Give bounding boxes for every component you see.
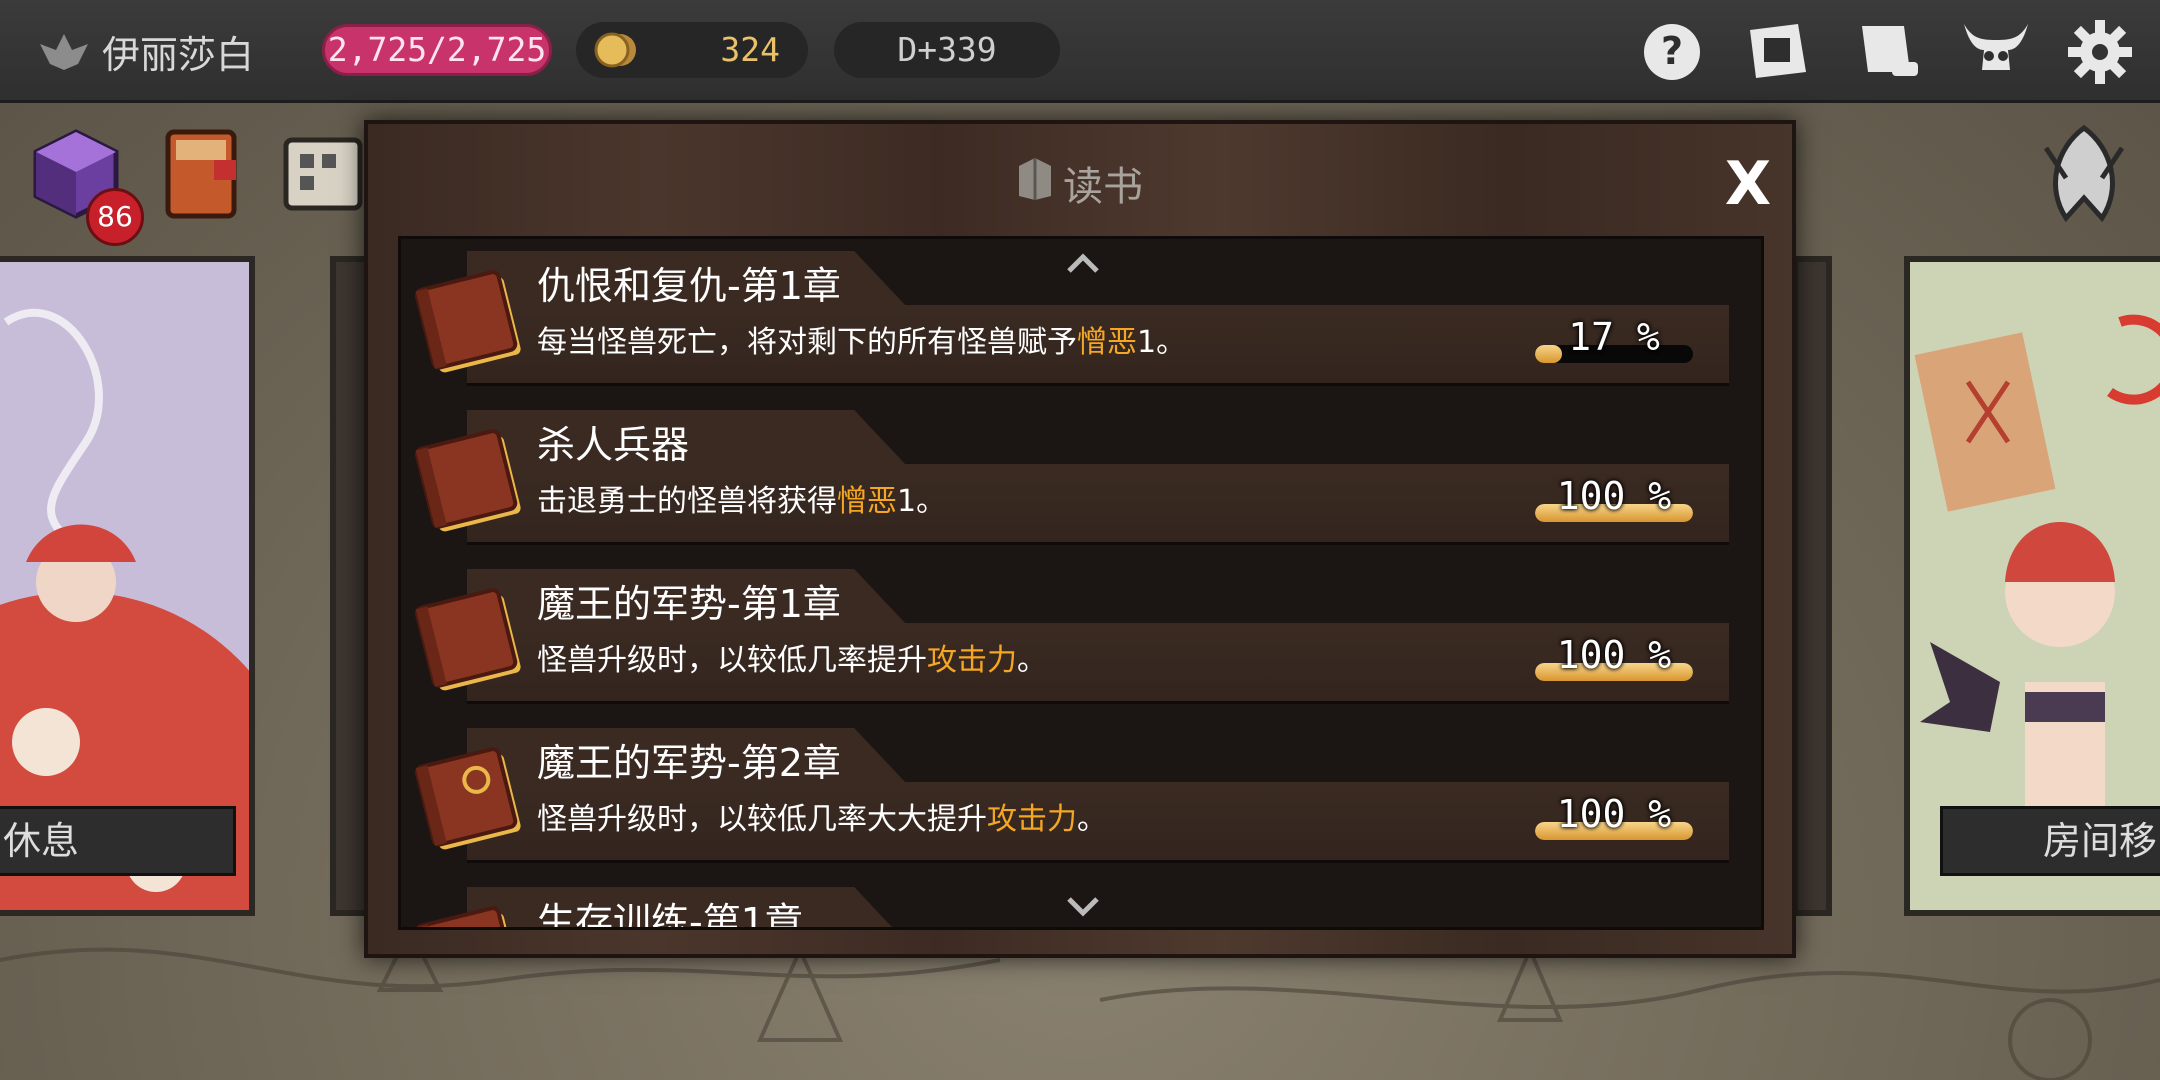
book-title: 生存训练-第1章 [537, 900, 803, 930]
demon-crest-icon [38, 30, 90, 74]
description-text: 每当怪兽死亡，将对剩下的所有怪兽赋予 [537, 325, 1077, 360]
close-button[interactable]: X [1718, 154, 1778, 214]
player-name: 伊丽莎白 [102, 33, 255, 77]
reading-progress-text: 100 % [1556, 474, 1672, 518]
coin-icon [594, 30, 638, 70]
reading-progress-text: 17 % [1568, 315, 1660, 359]
description-text-end: 。 [1017, 643, 1047, 678]
description-text: 怪兽升级时，以较低几率提升 [537, 643, 927, 678]
room-move-card-label: 房间移 [1940, 806, 2160, 876]
inventory-count-badge: 86 [86, 188, 144, 246]
description-keyword: 攻击力 [927, 643, 1017, 678]
book-description: 怪兽升级时，以较低几率大大提升攻击力。 [537, 794, 1107, 838]
reading-dialog: 读书 X 仇恨和复仇-第1章 每当怪兽死亡，将对剩下的所有怪兽赋予憎恶1。 17 %… [364, 120, 1796, 958]
gold-amount: 324 [720, 30, 780, 69]
dialog-title: 读书 [368, 154, 1792, 212]
book-icon [411, 583, 529, 699]
ornate-book-icon [411, 742, 529, 858]
map-scroll-icon[interactable] [278, 126, 368, 222]
description-text: 击退勇士的怪兽将获得 [537, 484, 837, 519]
book-row[interactable]: 魔王的军势-第1章怪兽升级时，以较低几率提升攻击力。 100 % [401, 557, 1761, 707]
book-list[interactable]: 仇恨和复仇-第1章 每当怪兽死亡，将对剩下的所有怪兽赋予憎恶1。 17 % 杀人兵器击… [398, 236, 1764, 930]
book-row[interactable]: 魔王的军势-第2章怪兽升级时，以较低几率大大提升攻击力。 100 % [401, 716, 1761, 866]
hp-display: 2,725/2,725 [322, 24, 552, 76]
book-description: 怪兽升级时，以较低几率提升攻击力。 [537, 635, 1047, 679]
dialog-title-text: 读书 [1063, 164, 1143, 210]
day-counter: D+339 [834, 22, 1060, 78]
book-title: 仇恨和复仇-第1章 [537, 264, 841, 308]
card-edge-right [1792, 256, 1832, 916]
book-row[interactable]: 杀人兵器击退勇士的怪兽将获得憎恶1。 100 % [401, 398, 1761, 548]
description-text-end: 。 [1077, 802, 1107, 837]
gear-icon[interactable] [2064, 16, 2136, 84]
description-text: 怪兽升级时，以较低几率大大提升 [537, 802, 987, 837]
help-icon[interactable]: ? [1636, 16, 1708, 84]
book-icon [411, 901, 529, 927]
gold-display: 324 [576, 22, 808, 78]
winged-helmet-icon[interactable] [2036, 118, 2132, 226]
rest-card[interactable]: 休息 [0, 256, 255, 916]
horned-skull-icon[interactable] [1960, 16, 2032, 84]
description-keyword: 憎恶 [837, 484, 897, 519]
svg-text:?: ? [1661, 29, 1683, 73]
description-text-end: 1。 [1137, 325, 1187, 360]
room-move-card[interactable]: 房间移 [1904, 256, 2160, 916]
description-keyword: 憎恶 [1077, 325, 1137, 360]
book-title-icon [1017, 156, 1053, 210]
reading-progress-text: 100 % [1556, 633, 1672, 677]
book-title: 杀人兵器 [537, 423, 690, 467]
reading-progress-text: 100 % [1556, 792, 1672, 836]
description-keyword: 攻击力 [987, 802, 1077, 837]
scroll-down-icon[interactable] [1063, 895, 1103, 919]
book-description: 击退勇士的怪兽将获得憎恶1。 [537, 476, 946, 520]
spellbook-icon[interactable] [158, 120, 248, 224]
book-description: 每当怪兽死亡，将对剩下的所有怪兽赋予憎恶1。 [537, 317, 1186, 361]
book-icon [411, 265, 529, 381]
rest-card-label: 休息 [0, 806, 236, 876]
top-bar: 伊丽莎白 2,725/2,725 324 D+339 ? [0, 0, 2160, 103]
book-icon [411, 424, 529, 540]
book-title: 魔王的军势-第2章 [537, 741, 841, 785]
scroll-icon[interactable] [1852, 16, 1924, 84]
book-row[interactable]: 仇恨和复仇-第1章每当怪兽死亡，将对剩下的所有怪兽赋予憎恶1。 17 % [401, 239, 1761, 389]
book-title: 魔王的军势-第1章 [537, 582, 841, 626]
description-text-end: 1。 [897, 484, 947, 519]
book-icon[interactable] [1742, 16, 1814, 84]
